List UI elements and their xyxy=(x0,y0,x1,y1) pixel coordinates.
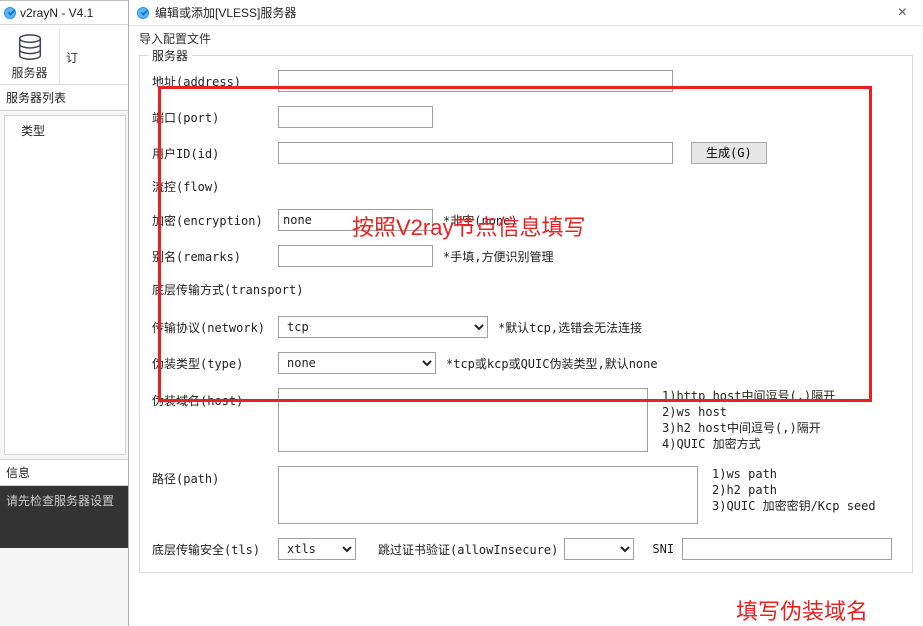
app-icon xyxy=(4,7,16,19)
main-title-bar: v2rayN - V4.1 xyxy=(0,1,130,25)
hint-encryption: *非空(none) xyxy=(443,212,518,229)
server-group: 服务器 地址(address) 端口(port) 用户ID(id) 生成(G) … xyxy=(139,55,913,573)
address-input[interactable] xyxy=(278,70,673,92)
tree-column-header: 类型 xyxy=(9,120,121,141)
generate-button[interactable]: 生成(G) xyxy=(691,142,767,164)
dialog-title-bar: 编辑或添加[VLESS]服务器 × xyxy=(129,0,923,26)
label-remarks: 别名(remarks) xyxy=(152,248,278,265)
hint-path-1: 1)ws path xyxy=(712,466,876,482)
label-path: 路径(path) xyxy=(152,466,278,487)
hint-host-2: 2)ws host xyxy=(662,404,835,420)
label-host: 伪装域名(host) xyxy=(152,388,278,409)
close-button[interactable]: × xyxy=(890,4,915,22)
info-label: 信息 xyxy=(0,459,130,486)
main-window-background: v2rayN - V4.1 服务器 订 服务器列表 类型 信息 请先检查服务器设… xyxy=(0,0,130,626)
encryption-input[interactable] xyxy=(278,209,433,231)
label-allow-insecure: 跳过证书验证(allowInsecure) xyxy=(378,541,558,558)
path-textarea[interactable] xyxy=(278,466,698,524)
sni-input[interactable] xyxy=(682,538,892,560)
type-select[interactable]: none xyxy=(278,352,436,374)
label-sni: SNI xyxy=(652,542,674,556)
hint-path-2: 2)h2 path xyxy=(712,482,876,498)
tls-select[interactable]: xtls xyxy=(278,538,356,560)
app-title: v2rayN - V4.1 xyxy=(20,6,93,20)
status-text: 请先检查服务器设置 xyxy=(6,494,114,508)
main-toolbar: 服务器 订 xyxy=(0,25,130,85)
label-flow: 流控(flow) xyxy=(152,178,278,195)
label-encryption: 加密(encryption) xyxy=(152,212,278,229)
hint-host-1: 1)http host中间逗号(,)隔开 xyxy=(662,388,835,404)
servers-icon xyxy=(15,32,45,62)
server-tree: 类型 xyxy=(4,115,126,455)
port-input[interactable] xyxy=(278,106,433,128)
network-select[interactable]: tcp xyxy=(278,316,488,338)
hint-host-3: 3)h2 host中间逗号(,)隔开 xyxy=(662,420,835,436)
label-network: 传输协议(network) xyxy=(152,319,278,336)
import-config-menu[interactable]: 导入配置文件 xyxy=(129,26,923,51)
host-textarea[interactable] xyxy=(278,388,648,452)
remarks-input[interactable] xyxy=(278,245,433,267)
server-list-label: 服务器列表 xyxy=(0,85,130,111)
group-legend: 服务器 xyxy=(148,47,192,64)
hint-network: *默认tcp,选错会无法连接 xyxy=(498,319,642,336)
toolbar-sub-label[interactable]: 订 xyxy=(66,49,100,66)
label-transport: 底层传输方式(transport) xyxy=(152,281,303,298)
hint-remarks: *手填,方便识别管理 xyxy=(443,248,553,265)
hint-host-4: 4)QUIC 加密方式 xyxy=(662,436,835,452)
vless-server-dialog: 编辑或添加[VLESS]服务器 × 导入配置文件 服务器 地址(address)… xyxy=(128,0,923,626)
allow-insecure-select[interactable] xyxy=(564,538,634,560)
dialog-icon xyxy=(137,7,149,19)
label-type: 伪装类型(type) xyxy=(152,355,278,372)
hint-type: *tcp或kcp或QUIC伪装类型,默认none xyxy=(446,355,658,372)
toolbar-servers-label[interactable]: 服务器 xyxy=(0,64,59,81)
label-id: 用户ID(id) xyxy=(152,145,278,162)
label-address: 地址(address) xyxy=(152,73,278,90)
label-tls: 底层传输安全(tls) xyxy=(152,541,278,558)
status-bar: 请先检查服务器设置 xyxy=(0,486,130,548)
id-input[interactable] xyxy=(278,142,673,164)
hint-path-3: 3)QUIC 加密密钥/Kcp seed xyxy=(712,498,876,514)
label-port: 端口(port) xyxy=(152,109,278,126)
dialog-title: 编辑或添加[VLESS]服务器 xyxy=(155,4,296,21)
